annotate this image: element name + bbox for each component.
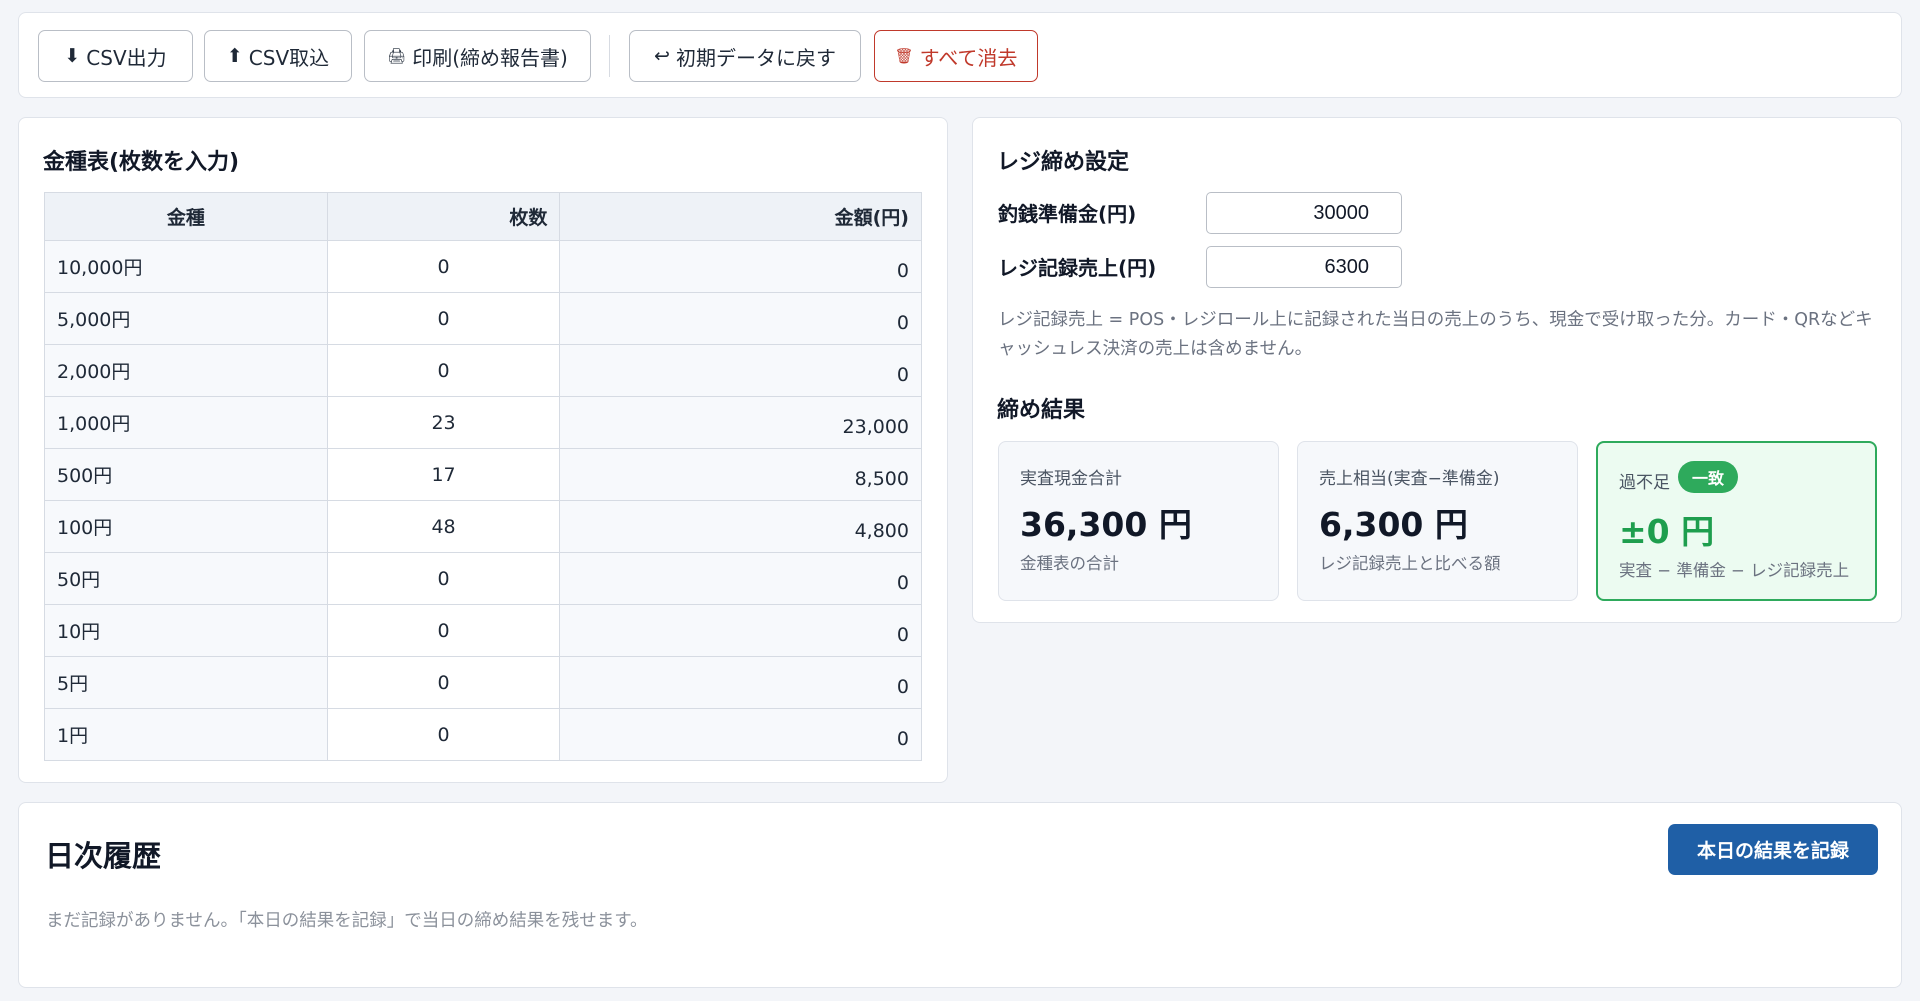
- header-amount: 金額(円): [559, 192, 922, 241]
- amount-cell: 0: [559, 708, 922, 761]
- table-row: 5,000円 0 0: [44, 292, 922, 345]
- settings-title: レジ締め設定: [997, 150, 1130, 175]
- actual-cash-total-box: 実査現金合計 36,300 円 金種表の合計: [998, 441, 1279, 601]
- denomination-cell: 10円: [44, 604, 328, 657]
- amount-cell: 0: [559, 344, 922, 397]
- denomination-cell: 5円: [44, 656, 328, 709]
- download-icon: ⬇: [64, 45, 81, 67]
- table-row: 10,000円 0 0: [44, 240, 922, 293]
- register-sales-label: レジ記録売上(円): [998, 256, 1157, 280]
- print-report-label: 印刷(締め報告書): [412, 45, 568, 70]
- count-input-cell[interactable]: 0: [326, 604, 561, 657]
- toolbar-divider: [609, 35, 610, 77]
- amount-cell: 0: [559, 552, 922, 605]
- history-card: 日次履歴 本日の結果を記録 まだ記録がありません。「本日の結果を記録」で当日の締…: [18, 802, 1902, 988]
- denomination-cell: 2,000円: [44, 344, 328, 397]
- denomination-card: 金種表(枚数を入力) 金種 枚数 金額(円) 10,000円 0 0 5,000円 0 0…: [18, 117, 948, 783]
- sales-equivalent-label: 売上相当(実査−準備金): [1319, 469, 1500, 489]
- csv-export-label: CSV出力: [86, 45, 167, 70]
- table-row: 2,000円 0 0: [44, 344, 922, 397]
- clear-all-label: すべて消去: [919, 45, 1018, 70]
- amount-cell: 0: [559, 604, 922, 657]
- table-row: 1円 0 0: [44, 708, 922, 761]
- amount-cell: 8,500: [559, 448, 922, 501]
- sales-equivalent-box: 売上相当(実査−準備金) 6,300 円 レジ記録売上と比べる額: [1297, 441, 1578, 601]
- count-input-cell[interactable]: 23: [326, 396, 561, 449]
- clear-all-button[interactable]: 🗑 すべて消去: [874, 30, 1038, 82]
- sales-equivalent-sub: レジ記録売上と比べる額: [1319, 554, 1501, 573]
- history-empty-message: まだ記録がありません。「本日の結果を記録」で当日の締め結果を残せます。: [46, 911, 648, 931]
- csv-import-button[interactable]: ⬆ CSV取込: [204, 30, 352, 82]
- count-input-cell[interactable]: 17: [326, 448, 561, 501]
- count-input-cell[interactable]: 0: [326, 656, 561, 709]
- amount-cell: 4,800: [559, 500, 922, 553]
- reset-defaults-button[interactable]: ↩ 初期データに戻す: [629, 30, 861, 82]
- difference-box: 過不足 一致 ±0 円 実査 − 準備金 − レジ記録売上: [1596, 441, 1877, 601]
- register-sales-input[interactable]: [1206, 246, 1402, 288]
- header-count: 枚数: [326, 192, 561, 241]
- undo-icon: ↩: [654, 45, 670, 67]
- denomination-cell: 1円: [44, 708, 328, 761]
- table-row: 5円 0 0: [44, 656, 922, 709]
- amount-cell: 0: [559, 656, 922, 709]
- csv-export-button[interactable]: ⬇ CSV出力: [38, 30, 193, 82]
- record-today-button[interactable]: 本日の結果を記録: [1668, 824, 1878, 875]
- table-row: 500円 17 8,500: [44, 448, 922, 501]
- denomination-title: 金種表(枚数を入力): [43, 150, 240, 175]
- count-input-cell[interactable]: 0: [326, 708, 561, 761]
- denomination-cell: 500円: [44, 448, 328, 501]
- table-row: 1,000円 23 23,000: [44, 396, 922, 449]
- count-input-cell[interactable]: 0: [326, 292, 561, 345]
- upload-icon: ⬆: [226, 45, 243, 67]
- match-badge: 一致: [1678, 461, 1739, 493]
- difference-sub: 実査 − 準備金 − レジ記録売上: [1619, 561, 1850, 580]
- amount-cell: 23,000: [559, 396, 922, 449]
- count-input-cell[interactable]: 48: [326, 500, 561, 553]
- actual-cash-total-label: 実査現金合計: [1020, 469, 1122, 489]
- actual-cash-total-sub: 金種表の合計: [1020, 554, 1119, 573]
- table-row: 50円 0 0: [44, 552, 922, 605]
- denomination-cell: 5,000円: [44, 292, 328, 345]
- denomination-table: 金種 枚数 金額(円) 10,000円 0 0 5,000円 0 0 2,000円 0 0 1,0…: [44, 192, 922, 761]
- sales-equivalent-value: 6,300 円: [1319, 505, 1468, 544]
- amount-cell: 0: [559, 240, 922, 293]
- denomination-cell: 50円: [44, 552, 328, 605]
- printer-icon: 🖨: [387, 47, 407, 65]
- denomination-cell: 100円: [44, 500, 328, 553]
- amount-cell: 0: [559, 292, 922, 345]
- print-report-button[interactable]: 🖨 印刷(締め報告書): [364, 30, 591, 82]
- count-input-cell[interactable]: 0: [326, 344, 561, 397]
- float-input[interactable]: [1206, 192, 1402, 234]
- trash-icon: 🗑: [894, 47, 914, 65]
- actual-cash-total-value: 36,300 円: [1020, 505, 1192, 544]
- toolbar: ⬇ CSV出力 ⬆ CSV取込 🖨 印刷(締め報告書) ↩ 初期データに戻す 🗑…: [18, 12, 1902, 98]
- settings-card: レジ締め設定 釣銭準備金(円) レジ記録売上(円) レジ記録売上 = POS・レ…: [972, 117, 1902, 623]
- table-row: 10円 0 0: [44, 604, 922, 657]
- difference-label: 過不足: [1619, 473, 1670, 493]
- denomination-cell: 10,000円: [44, 240, 328, 293]
- difference-value: ±0 円: [1619, 512, 1715, 551]
- history-title: 日次履歴: [45, 839, 162, 873]
- table-row: 100円 48 4,800: [44, 500, 922, 553]
- reset-defaults-label: 初期データに戻す: [675, 45, 836, 70]
- count-input-cell[interactable]: 0: [326, 552, 561, 605]
- table-header-row: 金種 枚数 金額(円): [44, 192, 922, 241]
- results-title: 締め結果: [997, 398, 1086, 423]
- header-denomination: 金種: [44, 192, 328, 241]
- denomination-cell: 1,000円: [44, 396, 328, 449]
- register-sales-note: レジ記録売上 = POS・レジロール上に記録された当日の売上のうち、現金で受け取…: [998, 310, 1873, 359]
- count-input-cell[interactable]: 0: [326, 240, 561, 293]
- csv-import-label: CSV取込: [248, 45, 330, 70]
- float-label: 釣銭準備金(円): [998, 202, 1137, 226]
